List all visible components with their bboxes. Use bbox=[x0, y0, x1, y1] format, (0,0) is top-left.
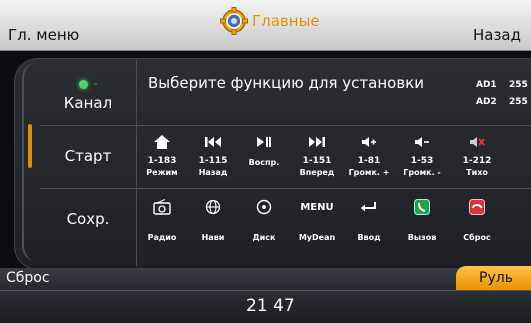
hangup-icon bbox=[469, 197, 485, 217]
status-led-icon bbox=[78, 79, 88, 89]
page-title-text: Главные bbox=[252, 12, 320, 30]
left-rail bbox=[22, 62, 42, 262]
ad2-value: 255 bbox=[509, 97, 528, 107]
channel-dash: - bbox=[93, 78, 98, 90]
radio-key[interactable]: Радио bbox=[137, 189, 187, 249]
home-icon bbox=[153, 132, 171, 152]
play-pause-icon bbox=[256, 132, 272, 152]
radio-icon bbox=[153, 197, 171, 217]
volume-up-key[interactable]: 1-81 Громк. + bbox=[344, 126, 394, 186]
previous-icon bbox=[204, 132, 222, 152]
channel-label: Канал bbox=[63, 93, 113, 112]
tab-steering[interactable]: Руль bbox=[456, 266, 531, 290]
main-menu-button[interactable]: Гл. меню bbox=[8, 26, 79, 44]
ad1-label: AD1 bbox=[476, 80, 497, 90]
next-key[interactable]: 1-151 Вперед bbox=[292, 126, 342, 186]
tab-reset[interactable]: Сброс bbox=[6, 270, 50, 286]
start-button[interactable]: Старт bbox=[40, 126, 136, 186]
navi-key[interactable]: Нави bbox=[188, 189, 238, 249]
instruction-text: Выберите функцию для установки bbox=[148, 74, 424, 92]
back-button[interactable]: Назад bbox=[473, 26, 521, 44]
disc-key[interactable]: Диск bbox=[239, 189, 289, 249]
clock: 21 47 bbox=[246, 296, 295, 316]
play-pause-key[interactable]: Воспр. bbox=[239, 126, 289, 186]
channel-indicator: - bbox=[78, 78, 98, 90]
enter-key[interactable]: Ввод bbox=[344, 189, 394, 249]
mute-key[interactable]: 1-212 Тихо bbox=[452, 126, 502, 186]
next-icon bbox=[308, 132, 326, 152]
tab-bar bbox=[0, 268, 531, 290]
mute-icon bbox=[469, 132, 485, 152]
ad2-label: AD2 bbox=[476, 97, 497, 107]
call-key[interactable]: Вызов bbox=[397, 189, 447, 249]
volume-up-icon bbox=[361, 132, 377, 152]
enter-icon bbox=[360, 197, 378, 217]
page-title: Главные bbox=[220, 5, 320, 37]
hangup-key[interactable]: Сброс bbox=[452, 189, 502, 249]
volume-down-key[interactable]: 1-53 Громк. - bbox=[397, 126, 447, 186]
call-icon bbox=[414, 197, 430, 217]
selection-marker bbox=[28, 124, 32, 168]
disc-icon bbox=[256, 197, 272, 217]
ad1-value: 255 bbox=[509, 80, 528, 90]
gear-icon bbox=[220, 7, 248, 35]
menu-icon: MENU bbox=[300, 201, 334, 213]
tab-steering-label: Руль bbox=[479, 270, 513, 286]
previous-key[interactable]: 1-115 Назад bbox=[188, 126, 238, 186]
channel-button[interactable]: - Канал bbox=[40, 66, 136, 124]
mydean-key[interactable]: MENU MyDean bbox=[292, 189, 342, 249]
mode-key[interactable]: 1-183 Режим bbox=[137, 126, 187, 186]
globe-icon bbox=[205, 197, 221, 217]
save-button[interactable]: Сохр. bbox=[40, 188, 136, 250]
volume-down-icon bbox=[414, 132, 430, 152]
